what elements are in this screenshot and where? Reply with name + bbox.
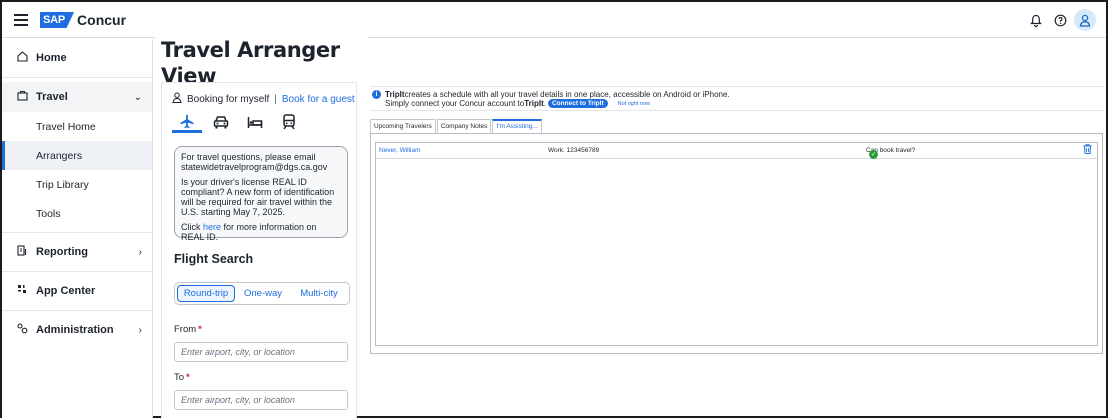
help-icon[interactable] (1052, 12, 1068, 28)
travel-info-box: For travel questions, please email state… (174, 146, 348, 242)
required-mark: * (186, 372, 190, 383)
sidebar-item-app-center[interactable]: App Center (2, 276, 152, 306)
admin-icon (14, 323, 30, 337)
page-title-highlight: Travel Arranger View (156, 36, 368, 89)
sidebar-item-travel-home[interactable]: Travel Home (2, 112, 152, 141)
real-id-link[interactable]: here (203, 222, 221, 232)
sidebar-item-arrangers[interactable]: Arrangers (2, 141, 152, 170)
work-phone: Work: 123456789 (548, 147, 600, 154)
info-real-id-text: Is your driver's license REAL ID complia… (181, 177, 335, 217)
flight-icon[interactable] (172, 111, 202, 133)
book-for-guest-link[interactable]: Book for a guest (282, 94, 355, 105)
car-icon[interactable] (206, 111, 236, 133)
to-label-text: To (174, 372, 185, 383)
person-icon (172, 92, 182, 106)
tripit-text: creates a schedule with all your travel … (404, 90, 730, 99)
info-click-here-line: Click here for more information on REAL … (181, 222, 341, 242)
can-book-travel: Can book travel? ✓ (866, 147, 915, 159)
brand-name: Concur (77, 12, 127, 28)
trip-type-selector: Round-trip One-way Multi-city (174, 282, 350, 305)
sidebar-item-label: Travel (36, 91, 68, 103)
user-avatar-icon[interactable] (1074, 9, 1096, 31)
round-trip-option[interactable]: Round-trip (177, 285, 235, 302)
divider (2, 77, 152, 78)
top-bar: SAP Concur (2, 2, 1106, 38)
connect-to-tripit-button[interactable]: Connect to TripIt (547, 99, 608, 108)
divider (2, 310, 152, 311)
info-email-text: For travel questions, please email state… (181, 152, 328, 172)
assisting-panel: Never, William Work: 123456789 Can book … (370, 133, 1103, 354)
to-label: To * (174, 372, 190, 383)
chevron-right-icon: › (138, 324, 142, 336)
sidebar-item-home[interactable]: Home (2, 43, 152, 73)
reporting-icon (14, 245, 30, 259)
tripit-text: . (543, 99, 546, 108)
separator: | (274, 93, 277, 105)
tab-im-assisting[interactable]: I'm Assisting... (492, 119, 542, 134)
booking-for-myself[interactable]: Booking for myself (187, 94, 269, 105)
booking-for-line: Booking for myself | Book for a guest (172, 92, 355, 106)
not-right-now-link[interactable]: Not right now (618, 101, 650, 107)
multi-city-option[interactable]: Multi-city (291, 285, 347, 302)
from-input[interactable]: Enter airport, city, or location (174, 342, 348, 362)
tab-company-notes[interactable]: Company Notes (436, 119, 492, 134)
page-title: Travel Arranger View (156, 36, 368, 89)
sidebar-item-label: Home (36, 52, 67, 64)
one-way-option[interactable]: One-way (235, 285, 291, 302)
briefcase-icon (14, 90, 30, 104)
from-label-text: From (174, 324, 197, 335)
travel-mode-tabs (172, 111, 308, 137)
rail-icon[interactable] (274, 111, 304, 133)
booking-panel: Booking for myself | Book for a guest Fo… (161, 82, 357, 418)
traveler-name-link[interactable]: Never, William (379, 147, 421, 154)
sidebar: Home Travel ⌄ Travel Home Arrangers Trip… (2, 39, 153, 418)
required-mark: * (198, 324, 202, 335)
flight-search-title: Flight Search (174, 252, 254, 266)
sidebar-item-tools[interactable]: Tools (2, 199, 152, 228)
sidebar-item-reporting[interactable]: Reporting › (2, 237, 152, 267)
tab-upcoming-travelers[interactable]: Upcoming Travelers (370, 119, 436, 134)
sidebar-item-administration[interactable]: Administration › (2, 315, 152, 345)
concur-logo[interactable]: SAP Concur (40, 11, 126, 29)
home-icon (14, 51, 30, 65)
tripit-text: Simply connect your Concur account to (385, 99, 525, 108)
divider (2, 271, 152, 272)
app-center-icon (14, 284, 30, 298)
check-icon: ✓ (869, 150, 878, 159)
tripit-brand: TripIt (385, 90, 405, 99)
menu-icon[interactable] (14, 14, 28, 26)
sidebar-item-label: Reporting (36, 246, 88, 258)
sidebar-item-travel[interactable]: Travel ⌄ (2, 82, 152, 112)
chevron-down-icon: ⌄ (133, 91, 142, 103)
hotel-icon[interactable] (240, 111, 270, 133)
to-input[interactable]: Enter airport, city, or location (174, 390, 348, 410)
sidebar-item-trip-library[interactable]: Trip Library (2, 170, 152, 199)
info-text: Click (181, 222, 203, 232)
table-row: Never, William Work: 123456789 Can book … (376, 143, 1097, 159)
tripit-line-2: Simply connect your Concur account to Tr… (385, 99, 650, 108)
bell-icon[interactable] (1028, 12, 1044, 28)
tripit-brand: TripIt (524, 99, 544, 108)
arranger-tabs: Upcoming Travelers Company Notes I'm Ass… (370, 119, 543, 134)
delete-trash-icon[interactable] (1083, 144, 1092, 157)
from-label: From * (174, 324, 202, 335)
info-icon: i (372, 90, 381, 99)
divider (2, 232, 152, 233)
chevron-right-icon: › (138, 246, 142, 258)
assisting-list: Never, William Work: 123456789 Can book … (375, 142, 1098, 346)
tripit-banner: i TripIt creates a schedule with all you… (370, 86, 1103, 111)
sidebar-item-label: App Center (36, 285, 96, 297)
sidebar-item-label: Administration (36, 324, 114, 336)
tripit-line-1: i TripIt creates a schedule with all you… (372, 90, 730, 99)
sap-logo-box: SAP (40, 12, 75, 28)
